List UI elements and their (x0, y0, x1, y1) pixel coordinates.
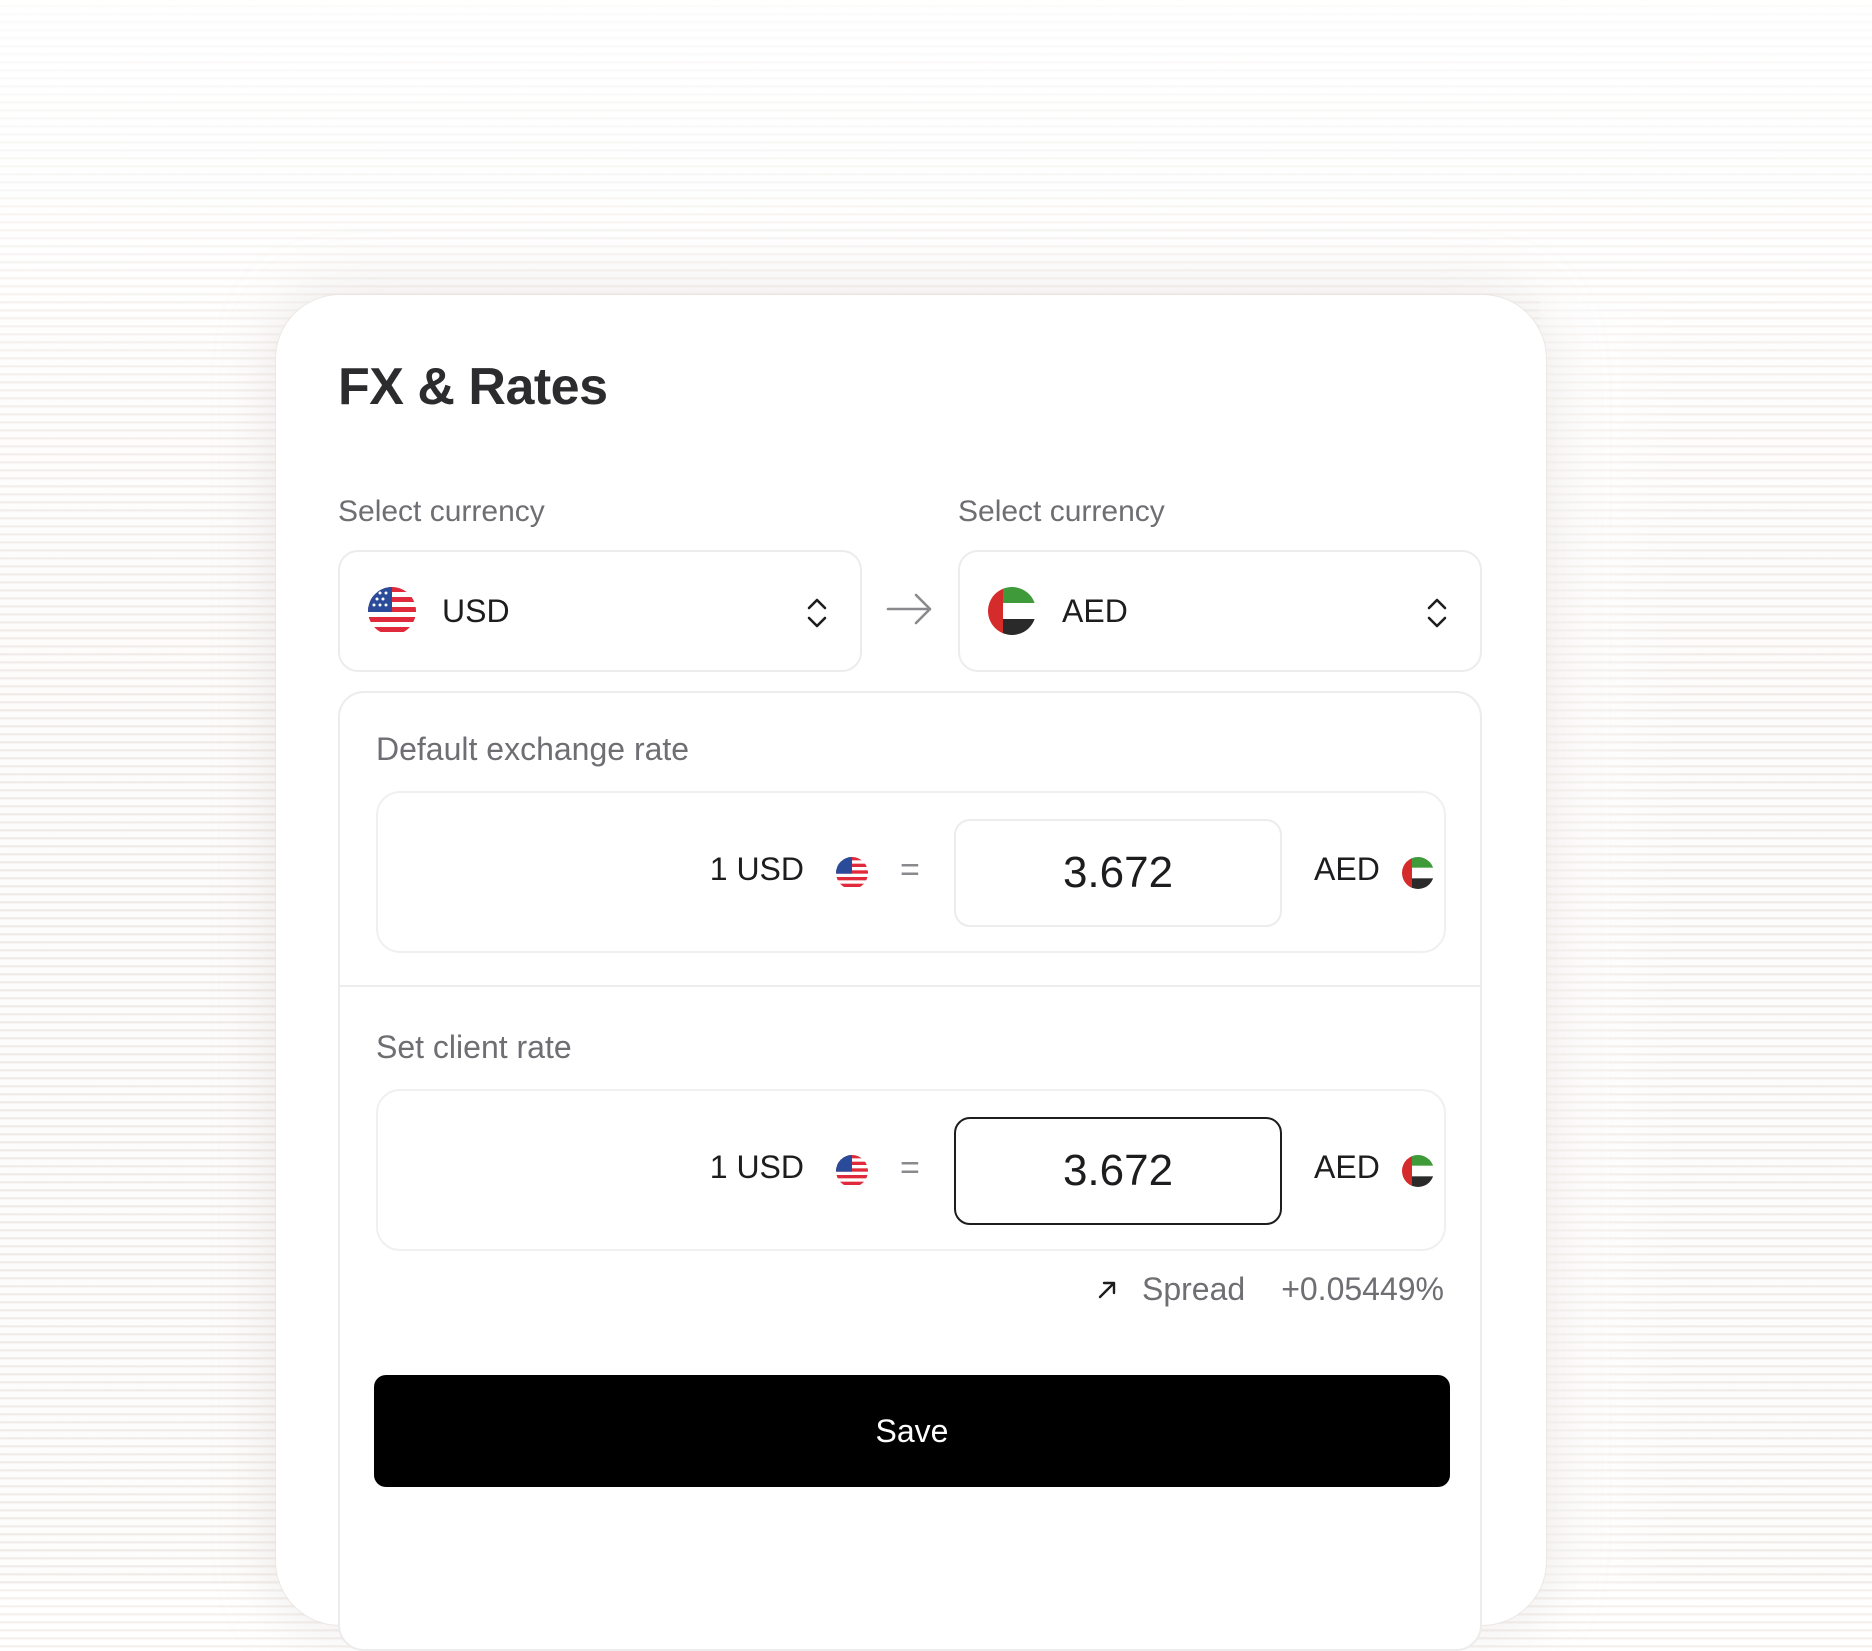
to-currency-select[interactable]: AED (958, 550, 1482, 672)
rates-panel: Default exchange rate 1 USD = AED (338, 691, 1482, 1651)
default-rate-field[interactable] (954, 819, 1282, 927)
save-button[interactable]: Save (374, 1375, 1450, 1487)
client-rate-field[interactable] (954, 1117, 1282, 1225)
background-shade-right (1540, 300, 1680, 1584)
base-amount: 1 USD (709, 851, 804, 887)
quote-currency: AED (1314, 851, 1380, 887)
chevron-up-down-icon (807, 598, 827, 628)
client-rate-label: Set client rate (376, 1029, 572, 1065)
base-amount: 1 USD (709, 1149, 804, 1185)
us-flag-icon (368, 587, 416, 635)
client-rate-row: 1 USD = AED (376, 1089, 1446, 1251)
from-currency-code: USD (442, 592, 510, 629)
fx-rates-card: FX & Rates Select currency Select curren… (276, 295, 1546, 1651)
arrow-up-right-icon (1098, 1281, 1116, 1298)
uae-flag-icon (1402, 857, 1434, 889)
us-flag-icon (836, 1155, 868, 1187)
equals-sign: = (900, 1149, 920, 1187)
default-rate-row: 1 USD = AED (376, 791, 1446, 953)
uae-flag-icon (988, 587, 1036, 635)
from-currency-label: Select currency (338, 495, 545, 528)
default-rate-label: Default exchange rate (376, 731, 690, 767)
arrow-right-icon (886, 593, 932, 625)
to-currency-label: Select currency (958, 495, 1165, 528)
quote-currency: AED (1314, 1149, 1380, 1185)
equals-sign: = (900, 851, 920, 889)
uae-flag-icon (1402, 1155, 1434, 1187)
us-flag-icon (836, 857, 868, 889)
to-currency-code: AED (1062, 592, 1128, 629)
spread-info: Spread +0.05449% (1096, 1271, 1444, 1308)
spread-label: Spread (1142, 1271, 1246, 1307)
chevron-up-down-icon (1427, 598, 1447, 628)
section-divider (340, 985, 1480, 987)
from-currency-select[interactable]: USD (338, 550, 862, 672)
page-title: FX & Rates (338, 358, 608, 416)
spread-value: +0.05449% (1281, 1271, 1444, 1307)
